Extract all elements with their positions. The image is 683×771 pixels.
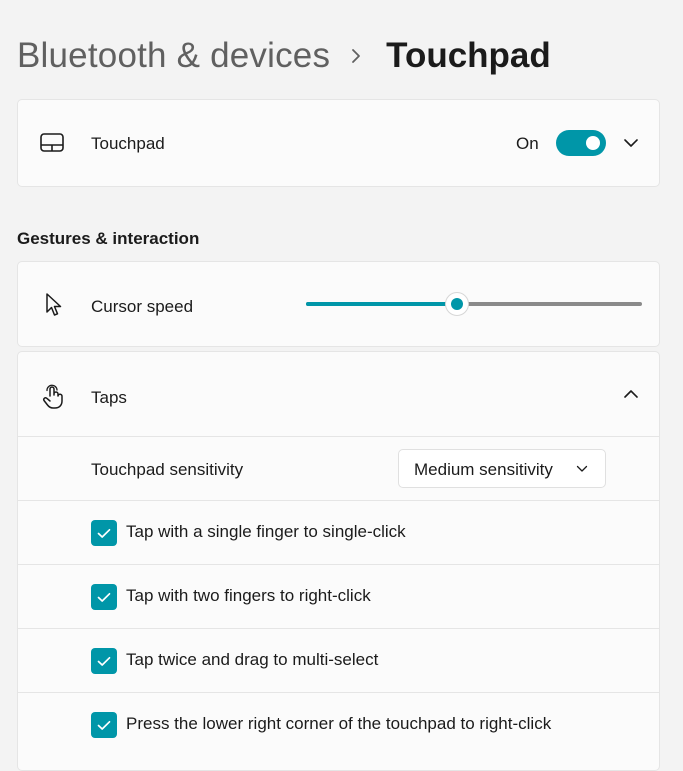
checkbox-checked[interactable]	[91, 712, 117, 738]
section-title-gestures: Gestures & interaction	[17, 229, 200, 248]
cursor-speed-card: Cursor speed	[17, 261, 660, 347]
checkbox-checked[interactable]	[91, 648, 117, 674]
chevron-down-icon[interactable]	[621, 133, 641, 153]
tap-hand-icon	[40, 384, 66, 410]
chevron-right-icon	[348, 48, 364, 64]
tap-option-label: Press the lower right corner of the touc…	[126, 714, 552, 733]
breadcrumb: Bluetooth & devices Touchpad	[17, 32, 551, 80]
cursor-arrow-icon	[40, 292, 66, 318]
tap-option-label: Tap with a single finger to single-click	[126, 522, 406, 541]
checkbox-checked[interactable]	[91, 584, 117, 610]
tap-option-label: Tap twice and drag to multi-select	[126, 650, 379, 669]
tap-option-row[interactable]: Tap twice and drag to multi-select	[18, 629, 659, 693]
touchpad-toggle[interactable]	[556, 130, 606, 156]
slider-thumb[interactable]	[445, 292, 470, 316]
chevron-down-icon	[575, 462, 589, 476]
tap-option-row[interactable]: Tap with two fingers to right-click	[18, 565, 659, 629]
sensitivity-label: Touchpad sensitivity	[91, 460, 244, 479]
taps-label: Taps	[91, 388, 127, 407]
toggle-state-label: On	[516, 134, 539, 153]
page-title: Touchpad	[386, 36, 551, 75]
slider-thumb-dot	[451, 298, 464, 310]
sensitivity-dropdown[interactable]: Medium sensitivity	[398, 449, 606, 488]
tap-option-label: Tap with two fingers to right-click	[126, 586, 371, 605]
dropdown-selected-value: Medium sensitivity	[414, 460, 553, 479]
checkbox-checked[interactable]	[91, 520, 117, 546]
tap-option-row[interactable]: Tap with a single finger to single-click	[18, 501, 659, 565]
touchpad-icon	[39, 130, 65, 156]
touchpad-card[interactable]: Touchpad On	[17, 99, 660, 187]
breadcrumb-parent-link[interactable]: Bluetooth & devices	[17, 36, 330, 76]
touchpad-label: Touchpad	[91, 134, 165, 153]
cursor-speed-label: Cursor speed	[91, 297, 194, 316]
cursor-speed-slider[interactable]	[306, 292, 642, 316]
taps-card: Taps Touchpad sensitivity Medium sensiti…	[17, 351, 660, 771]
chevron-up-icon[interactable]	[621, 384, 641, 404]
tap-option-row[interactable]: Press the lower right corner of the touc…	[18, 693, 659, 757]
slider-fill	[306, 302, 458, 306]
toggle-knob	[586, 136, 600, 150]
sensitivity-row: Touchpad sensitivity Medium sensitivity	[18, 437, 659, 500]
